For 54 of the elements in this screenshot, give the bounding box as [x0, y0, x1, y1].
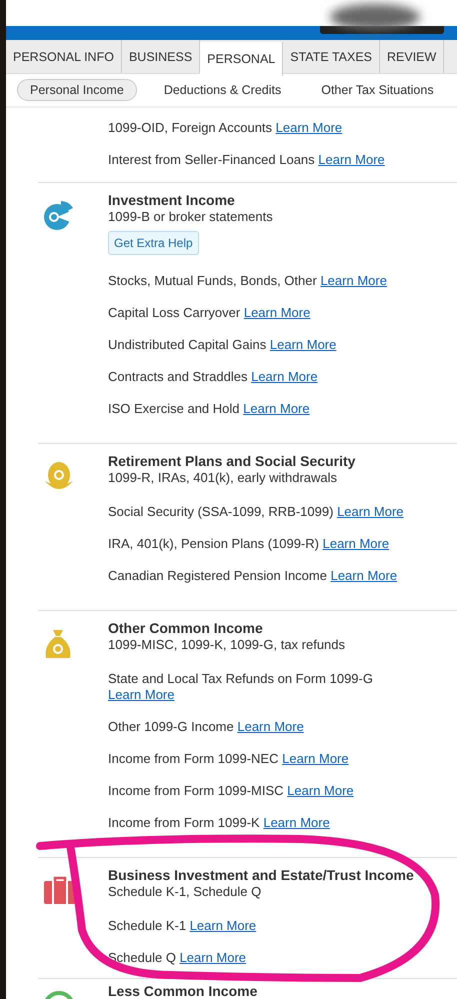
section-title: Business Investment and Estate/Trust Income [108, 867, 415, 884]
income-item: Undistributed Capital Gains Learn More [108, 336, 338, 354]
section-title: Investment Income [108, 192, 236, 209]
income-item: Capital Loss Carryover Learn More [108, 304, 312, 322]
nav-tab[interactable]: PERSONAL INFO [6, 40, 122, 73]
income-item: Schedule Q Learn More [108, 949, 248, 967]
learn-more-link[interactable]: Learn More [180, 950, 246, 965]
income-item: Social Security (SSA-1099, RRB-1099) Learn More [108, 503, 405, 521]
sub-tab[interactable]: Deductions & Credits [150, 79, 294, 101]
learn-more-link[interactable]: Learn More [251, 369, 318, 384]
learn-more-link[interactable]: Learn More [263, 815, 330, 830]
learn-more-link[interactable]: Learn More [243, 401, 310, 416]
learn-more-link[interactable]: Learn More [270, 337, 336, 352]
briefcase-icon [43, 875, 77, 905]
income-item: Income from Form 1099-MISC Learn More [108, 782, 355, 800]
income-item: 1099-OID, Foreign Accounts Learn More [108, 119, 344, 137]
section-subtitle: 1099-B or broker statements [108, 209, 274, 225]
income-item: ISO Exercise and Hold Learn More [108, 400, 311, 418]
sub-tab[interactable]: Other Tax Situations [308, 79, 447, 101]
learn-more-link[interactable]: Learn More [320, 273, 387, 288]
learn-more-link[interactable]: Learn More [108, 687, 174, 702]
learn-more-link[interactable]: Learn More [287, 783, 354, 798]
income-item: State and Local Tax Refunds on Form 1099-G Learn More [108, 670, 374, 704]
learn-more-link[interactable]: Learn More [318, 152, 385, 167]
income-item: Interest from Seller-Financed Loans Learn More [108, 151, 386, 169]
nav-tab[interactable]: PERSONAL [200, 42, 284, 76]
pie-chart-icon [43, 200, 75, 232]
section-title: Less Common Income [108, 983, 258, 999]
section-title: Retirement Plans and Social Security [108, 453, 356, 470]
nav-tab[interactable]: REVIEW [380, 40, 444, 73]
learn-more-link[interactable]: Learn More [276, 120, 342, 135]
income-item: Contracts and Straddles Learn More [108, 368, 319, 386]
section-subtitle: 1099-R, IRAs, 401(k), early withdrawals [108, 470, 338, 486]
learn-more-link[interactable]: Learn More [282, 751, 349, 766]
income-item: Schedule K-1 Learn More [108, 917, 258, 935]
income-item: Other 1099-G Income Learn More [108, 718, 305, 736]
income-item: Stocks, Mutual Funds, Bonds, Other Learn More [108, 272, 388, 290]
income-item: Canadian Registered Pension Income Learn More [108, 567, 398, 585]
learn-more-link[interactable]: Learn More [330, 568, 398, 583]
learn-more-link[interactable]: Learn More [337, 504, 404, 519]
income-item: Income from Form 1099-NEC Learn More [108, 750, 350, 768]
section-title: Other Common Income [108, 620, 264, 637]
nav-tab[interactable]: STATE TAXES [283, 40, 380, 73]
learn-more-link[interactable]: Learn More [237, 719, 304, 734]
section-subtitle: Schedule K-1, Schedule Q [108, 884, 262, 900]
learn-more-link[interactable]: Learn More [322, 536, 390, 551]
sub-tab[interactable]: Personal Income [17, 79, 137, 101]
learn-more-link[interactable]: Learn More [190, 918, 256, 933]
income-item: Income from Form 1099-K Learn More [108, 814, 331, 832]
section-subtitle: 1099-MISC, 1099-K, 1099-G, tax refunds [108, 637, 346, 653]
money-bag-icon [43, 628, 73, 660]
help-button[interactable]: Get Extra Help [108, 231, 199, 255]
learn-more-link[interactable]: Learn More [244, 305, 310, 320]
income-item: IRA, 401(k), Pension Plans (1099-R) Learn More [108, 535, 390, 553]
